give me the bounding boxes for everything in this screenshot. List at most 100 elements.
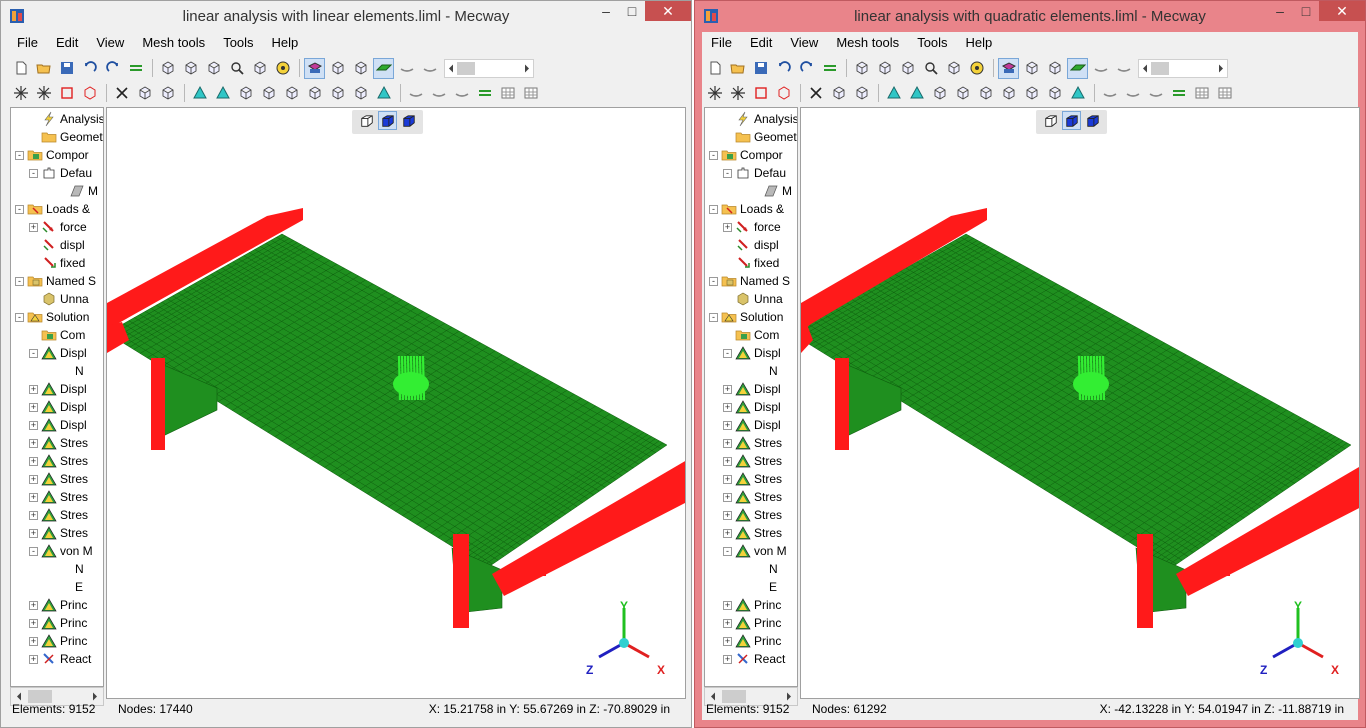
tree-expand-icon[interactable]: +	[723, 654, 732, 664]
merge-button[interactable]	[851, 83, 872, 104]
tree-expand-icon[interactable]: +	[723, 600, 732, 610]
save-button[interactable]	[750, 58, 771, 79]
tree-item[interactable]: Unna	[723, 290, 783, 308]
tree-item[interactable]: + Princ	[29, 614, 87, 632]
fillet-button[interactable]	[451, 83, 472, 104]
tree-expand-icon[interactable]: +	[29, 618, 38, 628]
tree-item[interactable]: - von M	[723, 542, 787, 560]
tree-item[interactable]: fixed	[29, 254, 85, 272]
tree-item[interactable]: + React	[723, 650, 785, 668]
table-button[interactable]	[1214, 83, 1235, 104]
tree-expand-icon[interactable]: +	[29, 222, 38, 232]
equals-button[interactable]	[819, 58, 840, 79]
tree-item[interactable]: + force	[29, 218, 87, 236]
mesh-view-canvas[interactable]	[107, 108, 685, 698]
tree-item[interactable]: Analysis	[723, 110, 797, 128]
tree-item[interactable]: M	[57, 182, 98, 200]
tree-item[interactable]: - Displ	[29, 344, 87, 362]
tree-expand-icon[interactable]: +	[29, 600, 38, 610]
menu-mesh-tools[interactable]: Mesh tools	[827, 32, 908, 54]
tree-expand-icon[interactable]: +	[723, 384, 732, 394]
tree-item[interactable]: - Solution	[709, 308, 783, 326]
front-view-button[interactable]	[378, 111, 397, 130]
tree-item[interactable]: Unna	[29, 290, 89, 308]
tree-collapse-icon[interactable]: -	[15, 312, 24, 322]
menu-file[interactable]: File	[8, 32, 47, 54]
refine-button[interactable]	[235, 83, 256, 104]
tree-item[interactable]: + Displ	[723, 380, 781, 398]
copy-element-button[interactable]	[851, 58, 872, 79]
pick-element-button[interactable]	[727, 83, 748, 104]
title-bar[interactable]: linear analysis with quadratic elements.…	[695, 1, 1365, 32]
model-tree[interactable]: Analysis Geometr - Compor - Defau M - Loads & + fo…	[704, 107, 798, 687]
pick-node-button[interactable]	[704, 83, 725, 104]
tree-collapse-icon[interactable]: -	[29, 168, 38, 178]
menu-view[interactable]: View	[781, 32, 827, 54]
open-file-button[interactable]	[33, 58, 54, 79]
tree-expand-icon[interactable]: +	[29, 636, 38, 646]
tree-item[interactable]: N	[57, 560, 84, 578]
nodes-button[interactable]	[1021, 83, 1042, 104]
tree-expand-icon[interactable]: +	[723, 528, 732, 538]
copy-element-button[interactable]	[157, 58, 178, 79]
tree-item[interactable]: N	[751, 560, 778, 578]
scale-button[interactable]	[975, 83, 996, 104]
nodes-button[interactable]	[327, 83, 348, 104]
split-button[interactable]	[828, 83, 849, 104]
tree-item[interactable]: + Displ	[29, 380, 87, 398]
branch-button[interactable]	[304, 83, 325, 104]
tree-expand-icon[interactable]: +	[723, 420, 732, 430]
title-bar[interactable]: linear analysis with linear elements.lim…	[1, 1, 691, 32]
tree-item[interactable]: - Compor	[709, 146, 783, 164]
undo-button[interactable]	[773, 58, 794, 79]
target-button[interactable]	[272, 58, 293, 79]
table-button[interactable]	[520, 83, 541, 104]
tree-item[interactable]: + Princ	[29, 596, 87, 614]
line-button[interactable]	[1099, 83, 1120, 104]
tree-item[interactable]: N	[57, 362, 84, 380]
tree-expand-icon[interactable]: +	[29, 456, 38, 466]
minimize-button[interactable]: –	[593, 1, 619, 21]
tree-collapse-icon[interactable]: -	[709, 276, 718, 286]
tree-collapse-icon[interactable]: -	[15, 204, 24, 214]
tetra-button[interactable]	[189, 83, 210, 104]
tree-item[interactable]: + Princ	[723, 614, 781, 632]
surface-view-button[interactable]	[1067, 57, 1088, 79]
tetra-fill-button[interactable]	[212, 83, 233, 104]
pick-element-button[interactable]	[33, 83, 54, 104]
split-button[interactable]	[134, 83, 155, 104]
tree-item[interactable]: + Stres	[723, 434, 782, 452]
merge-button[interactable]	[157, 83, 178, 104]
tree-item[interactable]: + Stres	[723, 488, 782, 506]
rotate-button[interactable]	[249, 58, 270, 79]
tree-collapse-icon[interactable]: -	[709, 312, 718, 322]
pick-box-button[interactable]	[56, 83, 77, 104]
solid-view-button[interactable]	[1083, 111, 1102, 130]
pick-cube-button[interactable]	[773, 83, 794, 104]
tree-item[interactable]: + Displ	[723, 416, 781, 434]
tetra-button[interactable]	[883, 83, 904, 104]
model-viewport[interactable]: X Y Z	[800, 107, 1360, 699]
arc-button[interactable]	[428, 83, 449, 104]
maximize-button[interactable]: □	[1293, 1, 1319, 21]
mesh-view-canvas[interactable]	[801, 108, 1359, 698]
toolbar-overflow-scroller[interactable]	[444, 58, 534, 78]
equal-button[interactable]	[474, 83, 495, 104]
tree-item[interactable]: Analysis	[29, 110, 103, 128]
tree-expand-icon[interactable]: +	[723, 402, 732, 412]
menu-file[interactable]: File	[702, 32, 741, 54]
view-fit-button[interactable]	[897, 58, 918, 79]
tree-item[interactable]: + Displ	[29, 416, 87, 434]
menu-mesh-tools[interactable]: Mesh tools	[133, 32, 214, 54]
tree-item[interactable]: + Stres	[723, 524, 782, 542]
tree-item[interactable]: + Princ	[723, 632, 781, 650]
tree-item[interactable]: - Named S	[15, 272, 96, 290]
grid-dd-button[interactable]	[497, 83, 518, 104]
menu-tools[interactable]: Tools	[908, 32, 956, 54]
minimize-button[interactable]: –	[1267, 1, 1293, 21]
tree-item[interactable]: displ	[29, 236, 85, 254]
tree-item[interactable]: displ	[723, 236, 779, 254]
iso-view-button[interactable]	[1041, 111, 1060, 130]
tree-item[interactable]: M	[751, 182, 792, 200]
tree-item[interactable]: + Stres	[723, 506, 782, 524]
